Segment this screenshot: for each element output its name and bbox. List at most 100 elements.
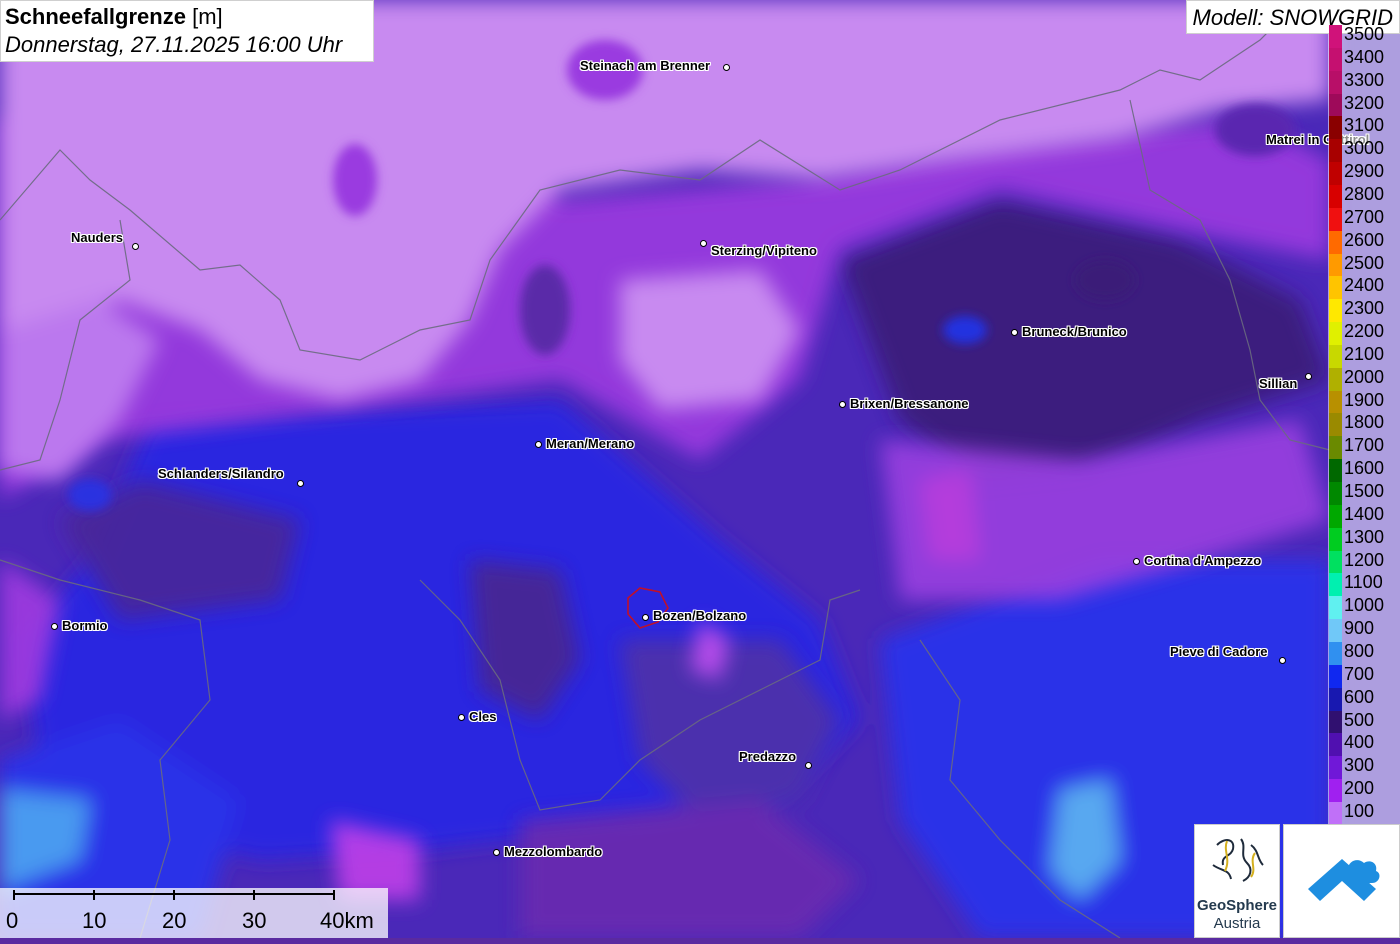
city-label-bormio: Bormio bbox=[62, 618, 108, 633]
city-marker-sillian[interactable] bbox=[1304, 372, 1312, 380]
legend-swatch-2900 bbox=[1329, 162, 1342, 186]
city-label-predazzo: Predazzo bbox=[739, 749, 797, 764]
legend-label-1200: 1200 bbox=[1344, 549, 1385, 570]
city-label-sterzing: Sterzing/Vipiteno bbox=[711, 243, 817, 258]
logo-line2: Austria bbox=[1213, 915, 1261, 932]
legend-label-2500: 2500 bbox=[1344, 252, 1385, 273]
legend-swatch-2500 bbox=[1329, 253, 1342, 277]
geosphere-emblem-icon bbox=[1212, 838, 1264, 882]
legend-swatch-100 bbox=[1329, 801, 1342, 825]
legend-label-2700: 2700 bbox=[1344, 206, 1385, 227]
legend-label-1000: 1000 bbox=[1344, 595, 1385, 616]
legend-label-1300: 1300 bbox=[1344, 526, 1385, 547]
legend-swatch-2000 bbox=[1329, 367, 1342, 391]
city-label-bozen: Bozen/Bolzano bbox=[653, 608, 747, 623]
legend-swatch-1700 bbox=[1329, 436, 1342, 460]
legend-swatch-1500 bbox=[1329, 482, 1342, 505]
legend-label-1600: 1600 bbox=[1344, 458, 1385, 479]
city-label-mezzo: Mezzolombardo bbox=[504, 844, 603, 859]
legend-label-200: 200 bbox=[1344, 778, 1375, 799]
legend-swatch-2700 bbox=[1329, 207, 1342, 231]
legend-swatch-1800 bbox=[1329, 413, 1342, 437]
scale-bar: 0 10 20 30 40km bbox=[0, 888, 388, 938]
legend-label-800: 800 bbox=[1344, 640, 1375, 661]
geosphere-logo[interactable]: GeoSphere Austria bbox=[1194, 824, 1280, 938]
legend-swatch-1200 bbox=[1329, 550, 1342, 574]
city-label-nauders: Nauders bbox=[71, 230, 124, 245]
legend-swatch-1300 bbox=[1329, 527, 1342, 551]
color-legend: 3500 3400 3300 3200 3100 3000 2900 2800 2700 2600… bbox=[1328, 25, 1400, 825]
scale-label-20: 20 bbox=[162, 908, 187, 933]
city-label-schlanders: Schlanders/Silandro bbox=[158, 466, 284, 481]
scale-label-0: 0 bbox=[6, 908, 19, 933]
legend-swatch-2100 bbox=[1329, 344, 1342, 368]
legend-label-3100: 3100 bbox=[1344, 115, 1385, 136]
scale-label-40km: 40km bbox=[320, 908, 374, 933]
legend-swatch-800 bbox=[1329, 641, 1342, 665]
city-marker-bormio[interactable] bbox=[50, 622, 58, 630]
city-marker-cles[interactable] bbox=[457, 713, 465, 721]
partner-logo[interactable] bbox=[1283, 824, 1400, 938]
legend-swatch-700 bbox=[1329, 664, 1342, 688]
city-label-sillian: Sillian bbox=[1259, 376, 1298, 391]
legend-label-600: 600 bbox=[1344, 686, 1375, 707]
legend-label-2300: 2300 bbox=[1344, 298, 1385, 319]
legend-label-1800: 1800 bbox=[1344, 412, 1385, 433]
legend-swatch-3100 bbox=[1329, 116, 1342, 140]
legend-label-2100: 2100 bbox=[1344, 343, 1385, 364]
city-marker-steinach[interactable] bbox=[722, 63, 730, 71]
city-label-cortina: Cortina d'Ampezzo bbox=[1144, 553, 1262, 568]
city-label-brixen: Brixen/Bressanone bbox=[850, 396, 969, 411]
city-marker-bruneck[interactable] bbox=[1010, 328, 1018, 336]
legend-swatch-300 bbox=[1329, 756, 1342, 780]
city-marker-meran[interactable] bbox=[534, 440, 542, 448]
legend-swatch-1000 bbox=[1329, 596, 1342, 620]
legend-swatch-200 bbox=[1329, 779, 1342, 803]
city-marker-predazzo[interactable] bbox=[804, 761, 812, 769]
city-marker-nauders[interactable] bbox=[131, 242, 139, 250]
legend-swatch-600 bbox=[1329, 687, 1342, 711]
legend-label-400: 400 bbox=[1344, 732, 1375, 753]
city-marker-schlanders[interactable] bbox=[296, 479, 304, 487]
forecast-datetime: Donnerstag, 27.11.2025 16:00 Uhr bbox=[5, 32, 343, 57]
legend-label-2200: 2200 bbox=[1344, 321, 1385, 342]
city-label-meran: Meran/Merano bbox=[546, 436, 635, 451]
legend-label-700: 700 bbox=[1344, 663, 1375, 684]
legend-swatch-500 bbox=[1329, 710, 1342, 734]
legend-label-1700: 1700 bbox=[1344, 435, 1385, 456]
city-label-cles: Cles bbox=[469, 709, 497, 724]
city-label-bruneck: Bruneck/Brunico bbox=[1022, 324, 1127, 339]
city-marker-bozen[interactable] bbox=[641, 613, 649, 621]
city-marker-sterzing[interactable] bbox=[699, 239, 707, 247]
legend-label-3300: 3300 bbox=[1344, 69, 1385, 90]
city-marker-mezzo[interactable] bbox=[492, 848, 500, 856]
legend-label-3200: 3200 bbox=[1344, 92, 1385, 113]
legend-label-2000: 2000 bbox=[1344, 366, 1385, 387]
map-title-box: Schneefallgrenze [m] Donnerstag, 27.11.2… bbox=[0, 0, 374, 62]
logo-line1: GeoSphere bbox=[1196, 897, 1278, 914]
legend-label-300: 300 bbox=[1344, 755, 1375, 776]
legend-label-2400: 2400 bbox=[1344, 275, 1385, 296]
city-marker-brixen[interactable] bbox=[838, 400, 846, 408]
city-marker-pieve[interactable] bbox=[1278, 656, 1286, 664]
legend-swatch-3200 bbox=[1329, 93, 1342, 117]
legend-swatch-1400 bbox=[1329, 504, 1342, 528]
legend-swatch-2300 bbox=[1329, 299, 1342, 323]
legend-label-3500: 3500 bbox=[1344, 24, 1385, 44]
legend-label-900: 900 bbox=[1344, 618, 1375, 639]
legend-swatch-3300 bbox=[1329, 70, 1342, 94]
city-marker-cortina[interactable] bbox=[1132, 557, 1140, 565]
legend-label-1500: 1500 bbox=[1344, 481, 1385, 501]
scale-label-10: 10 bbox=[82, 908, 107, 933]
city-label-steinach: Steinach am Brenner bbox=[580, 58, 711, 73]
legend-swatch-2200 bbox=[1329, 322, 1342, 346]
parameter-name: Schneefallgrenze bbox=[5, 4, 186, 29]
legend-swatch-2400 bbox=[1329, 276, 1342, 300]
legend-swatch-1600 bbox=[1329, 459, 1342, 483]
scale-label-30: 30 bbox=[242, 908, 267, 933]
legend-label-1400: 1400 bbox=[1344, 503, 1385, 524]
legend-label-3000: 3000 bbox=[1344, 138, 1385, 159]
legend-swatch-2600 bbox=[1329, 230, 1342, 254]
legend-label-100: 100 bbox=[1344, 800, 1375, 821]
parameter-unit: [m] bbox=[192, 4, 223, 29]
